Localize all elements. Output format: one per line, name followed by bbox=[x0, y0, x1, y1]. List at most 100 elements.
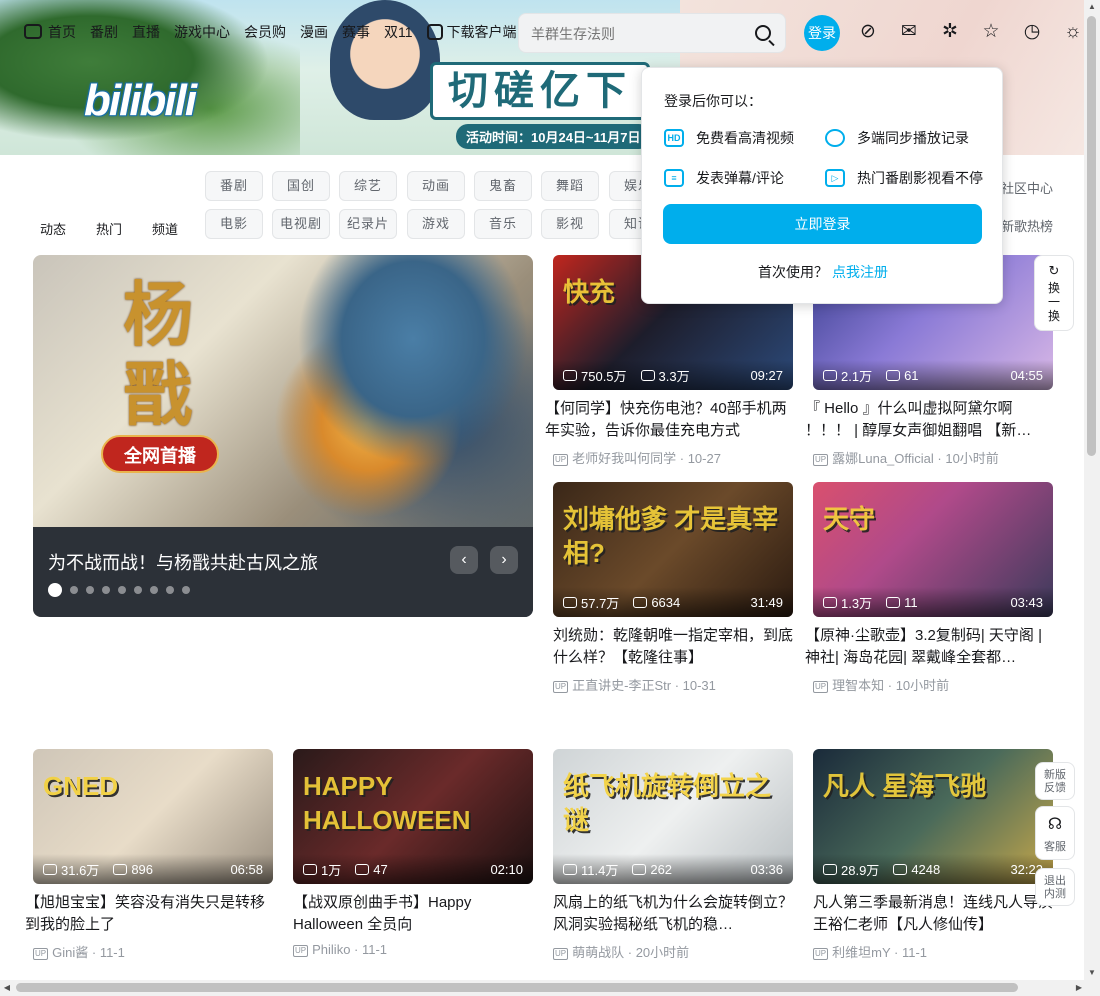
video-author[interactable]: Gini酱 bbox=[52, 945, 88, 960]
channel-chip[interactable]: 影视 bbox=[541, 209, 599, 239]
scroll-left-arrow-icon[interactable]: ◀ bbox=[0, 980, 14, 996]
channel-chip[interactable]: 电视剧 bbox=[272, 209, 330, 239]
dynamic-label[interactable]: 动态 bbox=[23, 219, 83, 238]
channel-chip[interactable]: 番剧 bbox=[205, 171, 263, 201]
video-author[interactable]: Philiko bbox=[312, 942, 350, 957]
scroll-down-arrow-icon[interactable]: ▼ bbox=[1084, 966, 1100, 980]
video-title[interactable]: 【何同学】快充伤电池？40部手机两年实验，告诉你最佳充电方式 bbox=[545, 398, 793, 442]
carousel-dot[interactable] bbox=[118, 586, 126, 594]
channel-chip[interactable]: 国创 bbox=[272, 171, 330, 201]
video-thumbnail[interactable]: 凡人 星海飞驰 28.9万 4248 32:23 bbox=[813, 749, 1053, 884]
bilibili-logo[interactable]: bilibili bbox=[84, 76, 197, 126]
carousel-dot[interactable] bbox=[86, 586, 94, 594]
carousel-dot[interactable] bbox=[134, 586, 142, 594]
horizontal-scrollbar[interactable]: ◀ ▶ bbox=[0, 980, 1100, 996]
channel-chip[interactable]: 音乐 bbox=[474, 209, 532, 239]
search-input[interactable] bbox=[531, 23, 741, 45]
hot-label[interactable]: 热门 bbox=[79, 219, 139, 238]
video-card[interactable]: HAPPY HALLOWEEN 1万 47 02:10 【战双原创曲手书】Happy H… bbox=[293, 749, 533, 957]
video-title[interactable]: 『 Hello 』什么叫虚拟阿黛尔啊 ！！！ | 醇厚女声御姐翻唱 【新… bbox=[805, 398, 1053, 442]
creation-icon[interactable]: ☼ bbox=[1062, 22, 1084, 42]
play-count-icon bbox=[43, 863, 57, 875]
register-link[interactable]: 点我注册 bbox=[832, 264, 888, 280]
video-card[interactable]: 凡人 星海飞驰 28.9万 4248 32:23 凡人第三季最新消息！连线凡人导演王裕仁… bbox=[813, 749, 1053, 961]
popup-login-button[interactable]: 立即登录 bbox=[663, 204, 982, 244]
nav-double11[interactable]: 双11 bbox=[384, 22, 413, 42]
feedback-button[interactable]: 新版反馈 bbox=[1035, 762, 1075, 800]
community-center-link[interactable]: 社区中心 bbox=[1001, 178, 1053, 197]
nav-manga[interactable]: 漫画 bbox=[300, 22, 328, 42]
nav-esports[interactable]: 赛事 bbox=[342, 22, 370, 42]
exit-beta-button[interactable]: 退出内测 bbox=[1035, 868, 1075, 906]
video-card[interactable]: 纸飞机旋转倒立之谜 11.4万 262 03:36 风扇上的纸飞机为什么会旋转倒立？风洞… bbox=[553, 749, 793, 961]
channel-chip[interactable]: 动画 bbox=[407, 171, 465, 201]
search-icon[interactable] bbox=[755, 25, 771, 41]
vertical-scrollbar[interactable]: ▲ ▼ bbox=[1084, 0, 1100, 980]
carousel-title[interactable]: 为不战而战！与杨戬共赴古风之旅 bbox=[48, 549, 318, 575]
video-author[interactable]: 萌萌战队 bbox=[572, 945, 624, 960]
channel-chip[interactable]: 纪录片 bbox=[339, 209, 397, 239]
carousel-next-button[interactable]: › bbox=[490, 546, 518, 574]
dynamic-circle[interactable]: ✣ bbox=[33, 173, 73, 213]
channel-circle[interactable]: ❁ bbox=[145, 173, 185, 213]
carousel-dot[interactable] bbox=[102, 586, 110, 594]
video-card[interactable]: 天守 1.3万 11 03:43 【原神·尘歌壶】3.2复制码| 天守阁 | 神社| 海… bbox=[805, 482, 1053, 694]
video-title[interactable]: 【原神·尘歌壶】3.2复制码| 天守阁 | 神社| 海岛花园| 翠戴峰全套都… bbox=[805, 625, 1053, 669]
channel-label[interactable]: 频道 bbox=[135, 219, 195, 238]
channel-chip[interactable]: 游戏 bbox=[407, 209, 465, 239]
dynamics-icon[interactable]: ✲ bbox=[939, 22, 961, 42]
video-author[interactable]: 老师好我叫何同学 bbox=[572, 451, 676, 466]
nav-mall[interactable]: 会员购 bbox=[244, 22, 286, 42]
nav-live[interactable]: 直播 bbox=[132, 22, 160, 42]
video-thumbnail[interactable]: HAPPY HALLOWEEN 1万 47 02:10 bbox=[293, 749, 533, 884]
channel-chip[interactable]: 鬼畜 bbox=[474, 171, 532, 201]
carousel[interactable]: 杨戬 全网首播 为不战而战！与杨戬共赴古风之旅 ‹ › bbox=[33, 255, 533, 617]
video-thumbnail[interactable]: 纸飞机旋转倒立之谜 11.4万 262 03:36 bbox=[553, 749, 793, 884]
up-icon: UP bbox=[813, 681, 829, 693]
new-songs-link[interactable]: 新歌热榜 bbox=[1001, 216, 1053, 235]
video-title[interactable]: 凡人第三季最新消息！连线凡人导演王裕仁老师【凡人修仙传】 bbox=[813, 892, 1053, 936]
video-title[interactable]: 【旭旭宝宝】笑容没有消失只是转移到我的脸上了 bbox=[25, 892, 273, 936]
customer-service-button[interactable]: ☊ 客服 bbox=[1035, 806, 1075, 860]
video-title[interactable]: 风扇上的纸飞机为什么会旋转倒立？风洞实验揭秘纸飞机的稳… bbox=[553, 892, 793, 936]
hot-circle[interactable]: ♨ bbox=[89, 173, 129, 213]
carousel-dot[interactable] bbox=[70, 586, 78, 594]
vip-icon[interactable]: ⊘ bbox=[857, 22, 879, 42]
video-author[interactable]: 正直讲史-李正Str bbox=[572, 678, 671, 693]
carousel-dot[interactable] bbox=[166, 586, 174, 594]
favorites-icon[interactable]: ☆ bbox=[980, 22, 1002, 42]
thumbnail-overlay-text: GNED bbox=[43, 771, 119, 801]
message-icon[interactable]: ✉ bbox=[898, 22, 920, 42]
nav-home[interactable]: 首页 bbox=[24, 22, 76, 42]
nav-game-center[interactable]: 游戏中心 bbox=[174, 22, 230, 42]
history-icon[interactable]: ◷ bbox=[1021, 22, 1043, 42]
scroll-right-arrow-icon[interactable]: ▶ bbox=[1072, 980, 1086, 996]
scroll-up-arrow-icon[interactable]: ▲ bbox=[1084, 0, 1100, 14]
danmaku-count: 262 bbox=[650, 861, 673, 877]
video-thumbnail[interactable]: GNED 31.6万 896 06:58 bbox=[33, 749, 273, 884]
carousel-dot[interactable] bbox=[150, 586, 158, 594]
hd-icon: HD bbox=[664, 129, 684, 147]
video-thumbnail[interactable]: 刘墉他爹 才是真宰相? 57.7万 6634 31:49 bbox=[553, 482, 793, 617]
video-title[interactable]: 【战双原创曲手书】Happy Halloween 全员向 bbox=[293, 892, 533, 936]
channel-chip[interactable]: 舞蹈 bbox=[541, 171, 599, 201]
video-card[interactable]: 刘墉他爹 才是真宰相? 57.7万 6634 31:49 刘统勋：乾隆朝唯一指定宰相，到… bbox=[553, 482, 793, 694]
refresh-button[interactable]: ↻ 换一换 bbox=[1034, 255, 1074, 331]
login-button[interactable]: 登录 bbox=[804, 15, 840, 51]
video-author[interactable]: 理智本知 bbox=[832, 678, 884, 693]
video-author[interactable]: 露娜Luna_Official bbox=[832, 451, 934, 466]
video-author[interactable]: 利维坦mY bbox=[832, 945, 890, 960]
channel-chip[interactable]: 电影 bbox=[205, 209, 263, 239]
video-date: 11-1 bbox=[361, 942, 388, 957]
video-thumbnail[interactable]: 天守 1.3万 11 03:43 bbox=[813, 482, 1053, 617]
channel-chip[interactable]: 综艺 bbox=[339, 171, 397, 201]
up-icon: UP bbox=[813, 948, 829, 960]
video-card[interactable]: GNED 31.6万 896 06:58 【旭旭宝宝】笑容没有消失只是转移到我的脸上了 U… bbox=[25, 749, 273, 961]
horizontal-scroll-thumb[interactable] bbox=[16, 983, 1018, 992]
carousel-dot[interactable] bbox=[182, 586, 190, 594]
carousel-prev-button[interactable]: ‹ bbox=[450, 546, 478, 574]
video-title[interactable]: 刘统勋：乾隆朝唯一指定宰相，到底什么样？【乾隆往事】 bbox=[553, 625, 793, 669]
vertical-scroll-thumb[interactable] bbox=[1087, 16, 1096, 456]
carousel-dot[interactable] bbox=[48, 583, 62, 597]
nav-anime[interactable]: 番剧 bbox=[90, 22, 118, 42]
